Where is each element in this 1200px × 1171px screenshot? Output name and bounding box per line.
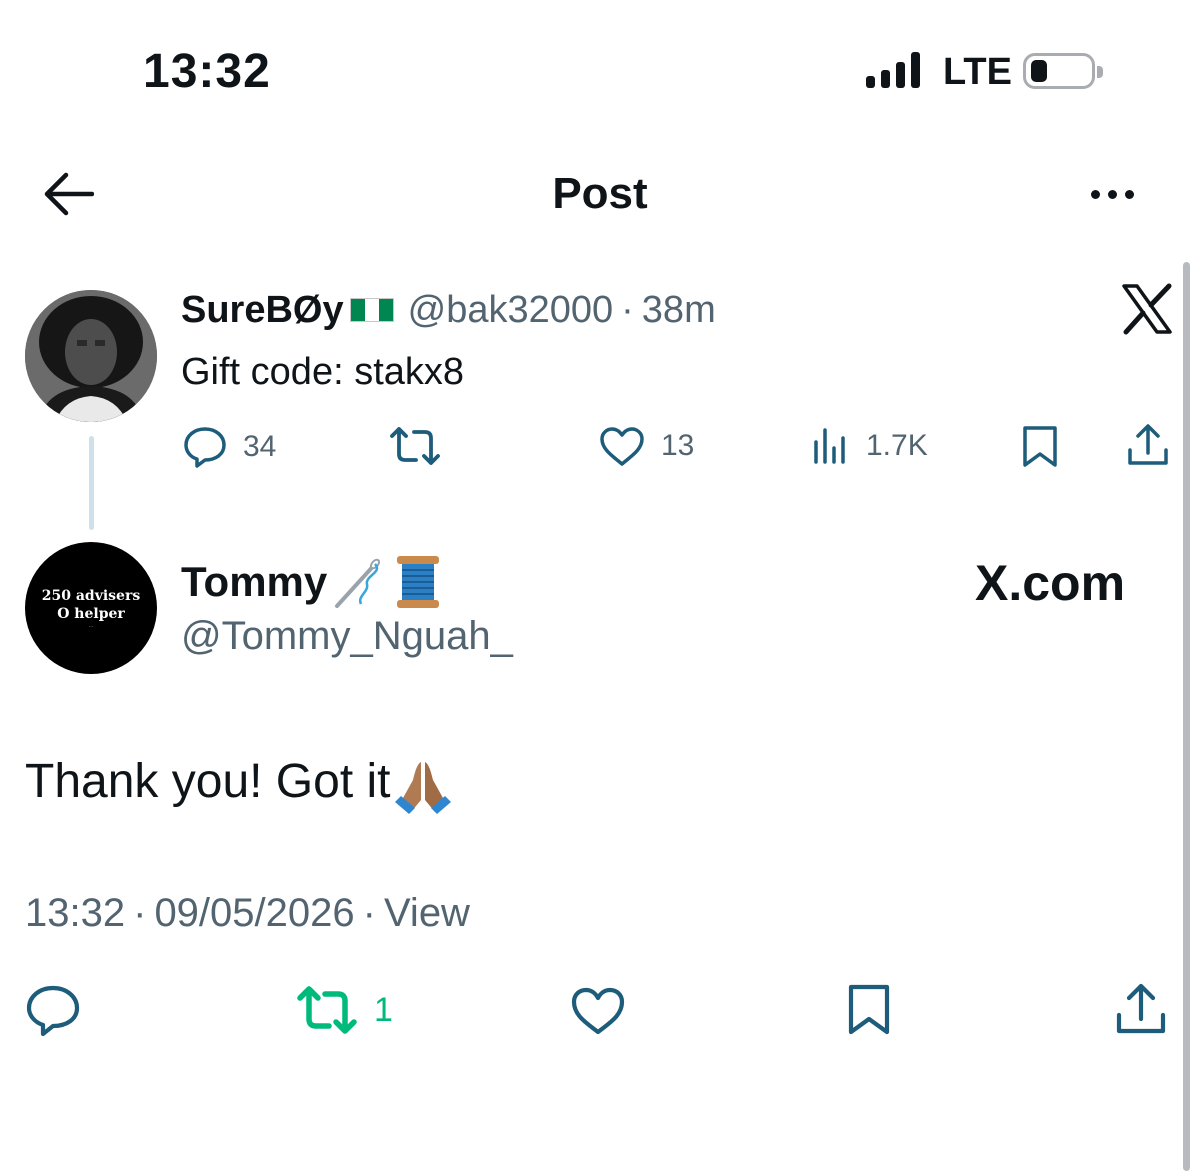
like-button[interactable]: 13 — [599, 426, 694, 466]
post-text: Gift code: stakx8 — [181, 351, 465, 393]
network-type: LTE — [943, 51, 1012, 93]
reply-icon — [184, 427, 226, 468]
views-icon — [814, 428, 845, 464]
like-button[interactable] — [570, 986, 626, 1036]
avatar-text: O helper — [57, 605, 125, 622]
thread-line — [89, 436, 94, 530]
share-button[interactable] — [1114, 982, 1168, 1036]
reply-icon — [26, 985, 80, 1036]
post-text-row: Thank you! Got it — [25, 752, 455, 814]
post-timestamp-time[interactable]: 13:32 — [25, 891, 125, 935]
post-time[interactable]: 38m — [642, 286, 716, 334]
author-handle[interactable]: @Tommy_Nguah_ — [181, 612, 513, 660]
view-link[interactable]: View — [384, 891, 470, 935]
needle-icon — [335, 558, 381, 608]
author-handle[interactable]: @bak32000 — [408, 286, 614, 334]
author-name[interactable]: SureBØy — [181, 286, 344, 334]
post-text: Thank you! Got it — [25, 755, 391, 808]
share-icon — [1116, 983, 1166, 1034]
like-icon — [600, 427, 644, 466]
thread-spool-icon — [397, 556, 440, 608]
pray-hands-icon — [394, 762, 451, 814]
x-logo-icon — [1120, 282, 1174, 336]
scrollbar[interactable] — [1183, 262, 1190, 1171]
avatar[interactable] — [25, 290, 157, 422]
repost-icon — [297, 986, 357, 1034]
signal-icon — [866, 52, 920, 88]
reply-count: 34 — [243, 430, 277, 463]
repost-count: 1 — [374, 990, 393, 1029]
quoted-post-header: SureBØy @bak32000 · 38m — [181, 286, 716, 334]
battery-icon — [1023, 53, 1103, 89]
watermark: X.com — [975, 555, 1126, 611]
views-button[interactable]: 1.7K — [812, 426, 928, 466]
more-icon[interactable] — [1080, 176, 1144, 212]
reply-button[interactable]: 34 — [183, 426, 276, 468]
page-title: Post — [552, 169, 648, 218]
avatar-text: 250 advisers — [41, 587, 141, 604]
repost-icon — [390, 427, 440, 465]
author-name-row: Tommy — [181, 554, 443, 610]
bookmark-button[interactable] — [1020, 424, 1060, 468]
share-icon — [1128, 424, 1168, 465]
bookmark-icon — [1023, 426, 1057, 467]
views-count: 1.7K — [866, 429, 928, 462]
share-button[interactable] — [1126, 423, 1170, 467]
separator: · — [621, 289, 634, 331]
repost-button[interactable]: 1 — [296, 986, 393, 1034]
post-meta: 13:32 · 09/05/2026 · View — [25, 891, 470, 935]
like-icon — [571, 987, 625, 1035]
author-name[interactable]: Tommy — [181, 556, 327, 608]
status-time: 13:32 — [143, 45, 271, 98]
bookmark-button[interactable] — [845, 982, 893, 1036]
like-count: 13 — [661, 429, 695, 462]
nigeria-flag-icon — [349, 298, 394, 322]
bookmark-icon — [848, 984, 890, 1035]
avatar[interactable]: 250 advisers O helper ··· — [25, 542, 157, 674]
post-timestamp-date[interactable]: 09/05/2026 — [154, 891, 354, 935]
repost-button[interactable] — [388, 426, 442, 466]
reply-button[interactable] — [25, 984, 81, 1036]
